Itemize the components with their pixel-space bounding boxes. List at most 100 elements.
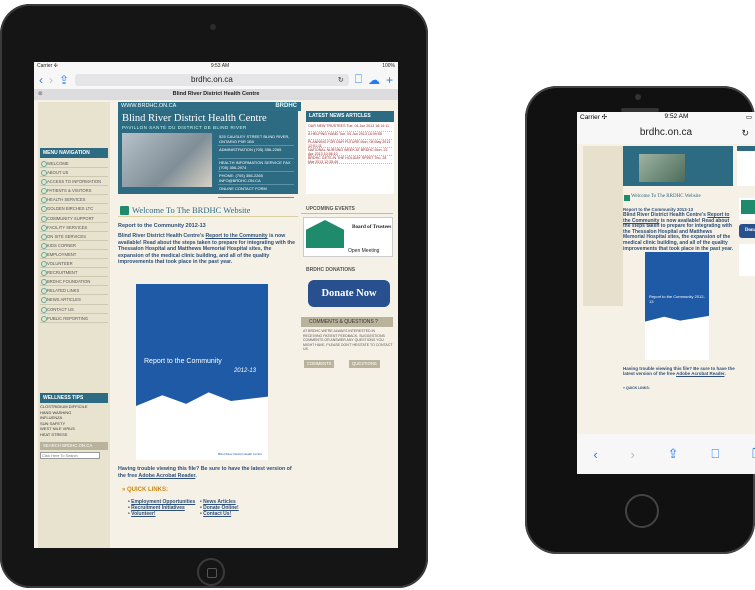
- menu-item[interactable]: GOLDEN BIRCHES LTC: [40, 204, 108, 214]
- events-heading: UPCOMING EVENTS: [301, 204, 393, 214]
- iphone-home-button[interactable]: [625, 494, 659, 528]
- comments-text: AT BRDHC WE'RE ALWAYS INTERESTED IN RECE…: [303, 329, 393, 352]
- iphone-screen: Carrier ✣ 9:52 AM ▭ brdhc.on.ca ↻ Welcom…: [577, 112, 755, 474]
- news-item[interactable]: A HELPING HAND Tue, 04 Jun 2013 16:09:55: [308, 132, 392, 140]
- new-tab-icon[interactable]: +: [386, 73, 393, 87]
- contact-info: 525 CAUSLEY STREET BLIND RIVER, ONTARIO …: [218, 133, 294, 198]
- iphone-news-box: [737, 146, 755, 186]
- search-input[interactable]: [40, 452, 100, 459]
- bookmarks-icon[interactable]: ⎕: [711, 446, 719, 462]
- quick-links-heading: » QUICK LINKS:: [623, 386, 650, 390]
- forward-icon[interactable]: ›: [49, 73, 53, 87]
- menu-item[interactable]: COMMUNITY SUPPORT: [40, 214, 108, 223]
- share-icon[interactable]: ⇪: [59, 73, 69, 87]
- cover-title-text: Report to the Community: [649, 294, 694, 299]
- menu-item[interactable]: ACCESS TO INFORMATION: [40, 177, 108, 187]
- wellness-list: CLOSTRIDIUM DIFFICILE HAND WASHING INFLU…: [40, 404, 108, 437]
- cover-title: Report to the Community: [144, 358, 222, 365]
- banner-photo: [122, 133, 212, 187]
- iphone-trouble-note: Having trouble viewing this file? Be sur…: [623, 366, 735, 377]
- phone-email[interactable]: PHONE: (705) 356-2265 INFO@BRDHC.ON.CA: [218, 172, 294, 185]
- ipad-screen: Carrier ✣ 9:53 AM 100% ‹ › ⇪ brdhc.on.ca…: [34, 62, 398, 548]
- menu-item[interactable]: RECRUITMENT: [40, 268, 108, 278]
- ipad-device: Carrier ✣ 9:53 AM 100% ‹ › ⇪ brdhc.on.ca…: [0, 4, 428, 588]
- iphone-donate-button[interactable]: Donate Now: [739, 224, 755, 238]
- wellness-item[interactable]: HEAT STRESS: [40, 432, 108, 438]
- back-icon[interactable]: ‹: [39, 73, 43, 87]
- cloud-icon[interactable]: ☁: [368, 73, 380, 87]
- news-item[interactable]: PLANNING FOR OUR FUTURE Mon, 08 May 2013…: [308, 140, 392, 148]
- event-time: Open Meeting: [348, 248, 380, 254]
- menu-item[interactable]: ON SITE SERVICES: [40, 232, 108, 241]
- share-icon[interactable]: ⇪: [668, 446, 679, 462]
- menu-item[interactable]: HEALTH SERVICES: [40, 195, 108, 205]
- menu-item[interactable]: WELCOME: [40, 159, 108, 169]
- iphone-report-cover[interactable]: Report to the Community 2012-13: [645, 252, 709, 360]
- event-title: Board of Trustees: [352, 224, 392, 230]
- news-item[interactable]: OUR NEW TRUSTEES Tue, 04 Jun 2013 16:14:…: [308, 124, 392, 132]
- news-item[interactable]: BRDHC GETS IN THE HOLIDAY SPIRIT Thu, 28…: [308, 156, 392, 164]
- quick-link[interactable]: • Contact Us!: [200, 511, 239, 517]
- news-item[interactable]: NATIONAL NURSING WEEK AT BRDHC Mon, 22 A…: [308, 148, 392, 156]
- iphone-address-bar[interactable]: brdhc.on.ca ↻: [577, 122, 755, 144]
- intro-text: Blind River District Health Centre's: [118, 233, 206, 239]
- admin-phone: ADMINISTRATION (705) 356-2265: [218, 146, 294, 159]
- menu-item[interactable]: ABOUT US: [40, 168, 108, 178]
- menu-item[interactable]: PUBLIC REPORTING: [40, 314, 108, 323]
- iphone-event-card[interactable]: [739, 198, 755, 220]
- menu-item[interactable]: BRDHC FOUNDATION: [40, 277, 108, 287]
- report-cover[interactable]: Report to the Community 2012-13 Blind Ri…: [136, 284, 268, 460]
- site-banner: Blind River District Health Centre PAVIL…: [118, 111, 298, 198]
- comments-button[interactable]: COMMENTS: [304, 360, 335, 368]
- questions-button[interactable]: QUESTIONS: [349, 360, 380, 368]
- site-url: WWW.BRDHC.ON.CA: [121, 103, 177, 109]
- map-shape: [645, 315, 709, 360]
- acrobat-link[interactable]: Adobe Acrobat Reader: [676, 371, 724, 376]
- bookmarks-icon[interactable]: ⎕: [355, 72, 362, 87]
- menu-item[interactable]: PATIENTS & VISITORS: [40, 186, 108, 196]
- forward-icon[interactable]: ›: [631, 447, 635, 462]
- donate-button[interactable]: Donate Now: [308, 280, 390, 307]
- search-label: SEARCH BRDHC.ON.CA: [40, 442, 108, 450]
- close-tab-icon[interactable]: ⊗: [38, 89, 43, 100]
- report-title: Report to the Community 2012-13: [118, 223, 206, 229]
- address-bar[interactable]: brdhc.on.ca ↻: [75, 73, 349, 86]
- event-card[interactable]: Board of Trustees Open Meeting: [303, 217, 393, 257]
- quick-links-heading: » QUICK LINKS:: [122, 487, 169, 493]
- news-heading: LATEST NEWS ARTICLES: [306, 111, 394, 122]
- website: WWW.BRDHC.ON.CA BRDHC Blind River Distric…: [34, 102, 398, 548]
- back-icon[interactable]: ‹: [593, 447, 597, 462]
- menu-item[interactable]: NEWS ARTICLES: [40, 295, 108, 305]
- banner-photo: [639, 154, 685, 182]
- tab-bar[interactable]: ⊗ Blind River District Health Centre: [34, 89, 398, 100]
- time-label: 9:53 AM: [210, 63, 230, 69]
- cover-year: 2012-13: [233, 368, 256, 374]
- building-icon: [741, 200, 755, 214]
- menu-item[interactable]: FACILITY SERVICES: [40, 223, 108, 232]
- menu-item[interactable]: KIDS CORNER: [40, 241, 108, 250]
- intro-text-rest: is now available! Read about the steps t…: [623, 217, 734, 252]
- menu-item[interactable]: VOLUNTEER: [40, 259, 108, 269]
- carrier-label: Carrier ✣: [37, 63, 58, 69]
- info-fax: HEALTH INFORMATION SERVICE FAX (705) 356…: [218, 159, 294, 172]
- menu-item[interactable]: EMPLOYMENT: [40, 250, 108, 260]
- iphone-status-bar: Carrier ✣ 9:52 AM ▭: [577, 112, 755, 122]
- map-shape: [136, 392, 268, 460]
- iphone-bottom-toolbar: ‹ › ⇪ ⎕ ❐: [577, 434, 755, 474]
- acrobat-link[interactable]: Adobe Acrobat Reader: [138, 473, 195, 479]
- ipad-home-button[interactable]: [197, 558, 225, 586]
- quick-link[interactable]: • Volunteer!: [128, 511, 195, 517]
- menu-item[interactable]: CONTACT US: [40, 305, 108, 314]
- iphone-camera: [635, 94, 641, 100]
- reload-icon[interactable]: ↻: [338, 76, 344, 84]
- url-text: brdhc.on.ca: [639, 127, 693, 138]
- report-link[interactable]: Report to the Community: [205, 233, 267, 239]
- menu-item[interactable]: RELATED LINKS: [40, 286, 108, 296]
- reload-icon[interactable]: ↻: [741, 122, 749, 144]
- contact-form-link[interactable]: ONLINE CONTACT FORM: [218, 185, 294, 198]
- welcome-heading: Welcome To The BRDHC Website: [118, 204, 298, 217]
- tab-title: Blind River District Health Centre: [172, 91, 260, 97]
- quick-link-label: Contact Us!: [203, 511, 232, 517]
- building-icon: [306, 220, 344, 248]
- iphone-left-menu: [583, 146, 623, 306]
